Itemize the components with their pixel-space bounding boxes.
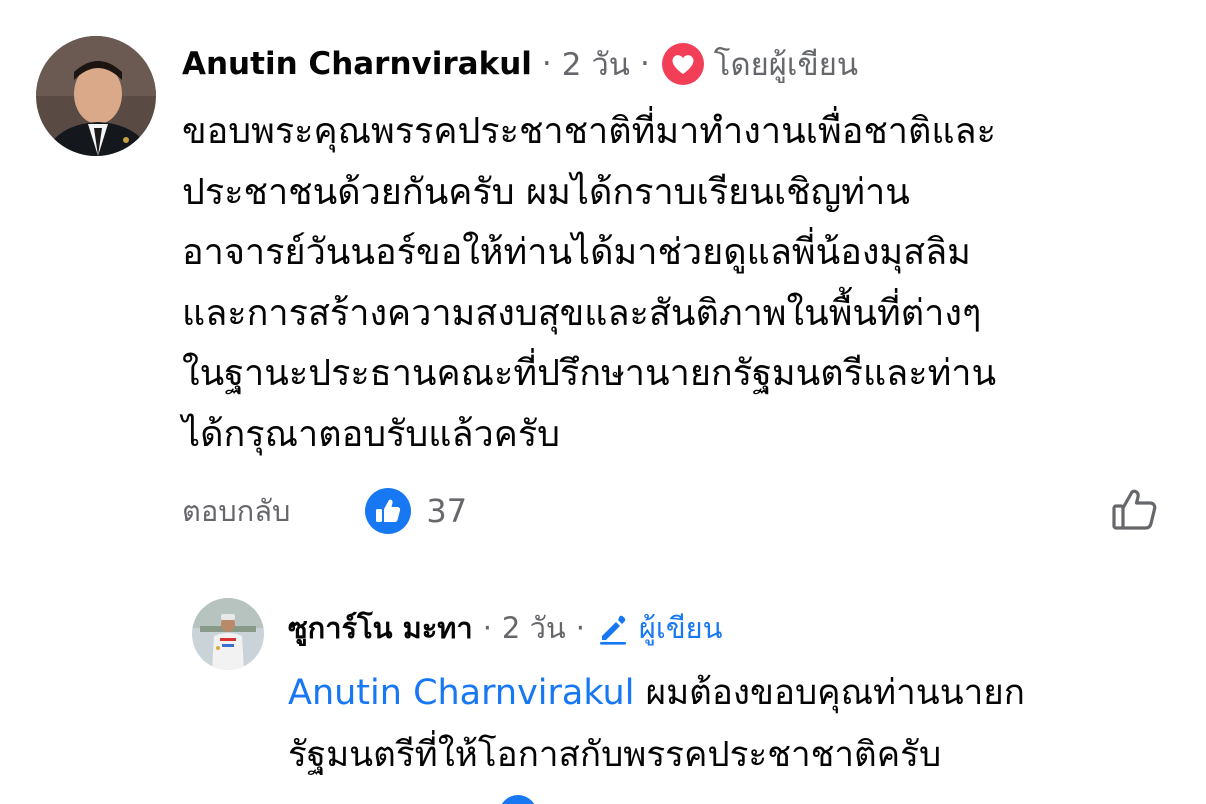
comment-author[interactable]: Anutin Charnvirakul (182, 46, 532, 82)
like-icon[interactable] (364, 487, 412, 535)
reply-avatar[interactable] (192, 598, 264, 670)
reply-author[interactable]: ซูการ์โน มะทา (288, 605, 473, 651)
heart-icon (660, 41, 706, 87)
reply-button[interactable]: ตอบกลับ (182, 488, 290, 534)
comment-time[interactable]: 2 วัน (562, 39, 630, 89)
author-avatar[interactable] (36, 36, 156, 156)
comment-actions: ตอบกลับ 37 (182, 488, 467, 534)
comment-header: Anutin Charnvirakul · 2 วัน · โดยผู้เขีย… (182, 40, 858, 88)
reply-time[interactable]: 2 วัน (502, 605, 566, 651)
author-badge-label: โดยผู้เขียน (713, 47, 859, 83)
thumbs-up-outline-icon[interactable] (1110, 484, 1160, 534)
separator: · (482, 611, 492, 645)
like-icon[interactable] (498, 794, 538, 804)
mention-link[interactable]: Anutin Charnvirakul (288, 673, 634, 713)
pencil-icon (595, 610, 631, 646)
like-count: 37 (426, 492, 468, 530)
separator: · (541, 46, 552, 82)
comment-text: ขอบพระคุณพรรคประชาชาติที่มาทำงานเพื่อชาต… (182, 111, 997, 455)
reply-header: ซูการ์โน มะทา · 2 วัน · ผู้เขียน (288, 606, 722, 650)
separator: · (575, 611, 585, 645)
separator: · (639, 46, 650, 82)
reply-text: Anutin Charnvirakul ผมต้องขอบคุณท่านนายก… (288, 662, 1188, 786)
reply-badge-label: ผู้เขียน (638, 611, 723, 645)
